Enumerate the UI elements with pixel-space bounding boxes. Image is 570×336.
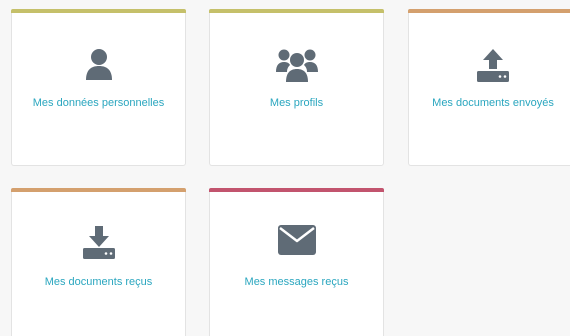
- tile-accent-bar: [11, 9, 186, 13]
- tile-label: Mes documents envoyés: [432, 97, 554, 109]
- envelope-icon: [277, 225, 316, 255]
- tile-messages-received[interactable]: Mes messages reçus: [209, 188, 384, 336]
- tile-label: Mes données personnelles: [32, 97, 165, 109]
- tile-documents-received[interactable]: Mes documents reçus: [11, 188, 186, 336]
- dashboard-grid: Mes données personnelles Mes profils Mes…: [0, 0, 570, 336]
- download-icon: [82, 225, 116, 259]
- tile-accent-bar: [209, 188, 384, 192]
- upload-icon: [476, 48, 510, 82]
- tile-profiles[interactable]: Mes profils: [209, 9, 384, 166]
- tile-accent-bar: [209, 9, 384, 13]
- tile-personal-data[interactable]: Mes données personnelles: [11, 9, 186, 166]
- tile-label: Mes documents reçus: [44, 276, 153, 288]
- users-icon: [275, 48, 318, 82]
- tile-accent-bar: [408, 9, 570, 13]
- tile-accent-bar: [11, 188, 186, 192]
- tile-documents-sent[interactable]: Mes documents envoyés: [408, 9, 570, 166]
- tile-label: Mes messages reçus: [244, 276, 349, 288]
- user-icon: [84, 48, 114, 80]
- tile-label: Mes profils: [269, 97, 324, 109]
